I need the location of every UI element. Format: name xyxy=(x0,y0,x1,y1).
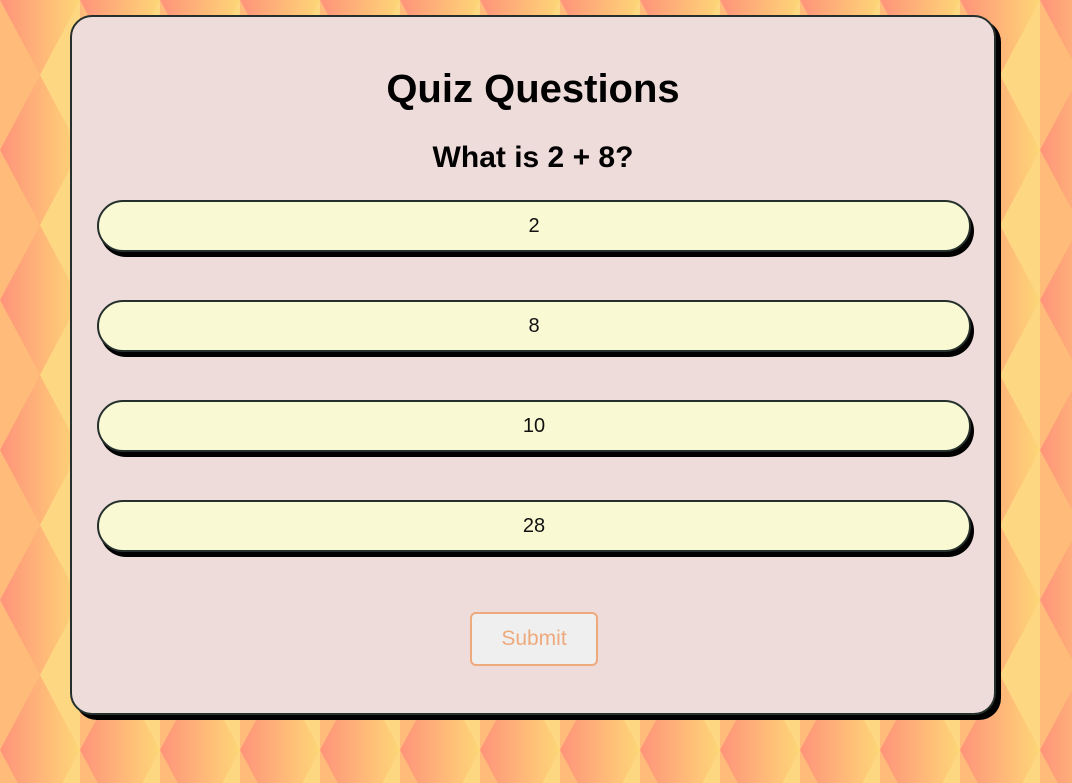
question-text: What is 2 + 8? xyxy=(432,141,634,174)
answer-option[interactable]: 10 xyxy=(97,400,971,452)
answer-option[interactable]: 28 xyxy=(97,500,971,552)
quiz-title: Quiz Questions xyxy=(386,67,680,111)
answer-option[interactable]: 2 xyxy=(97,200,971,252)
submit-button[interactable]: Submit xyxy=(470,612,598,666)
answer-option[interactable]: 8 xyxy=(97,300,971,352)
quiz-card: Quiz Questions What is 2 + 8? 2 8 10 28 … xyxy=(70,15,996,715)
